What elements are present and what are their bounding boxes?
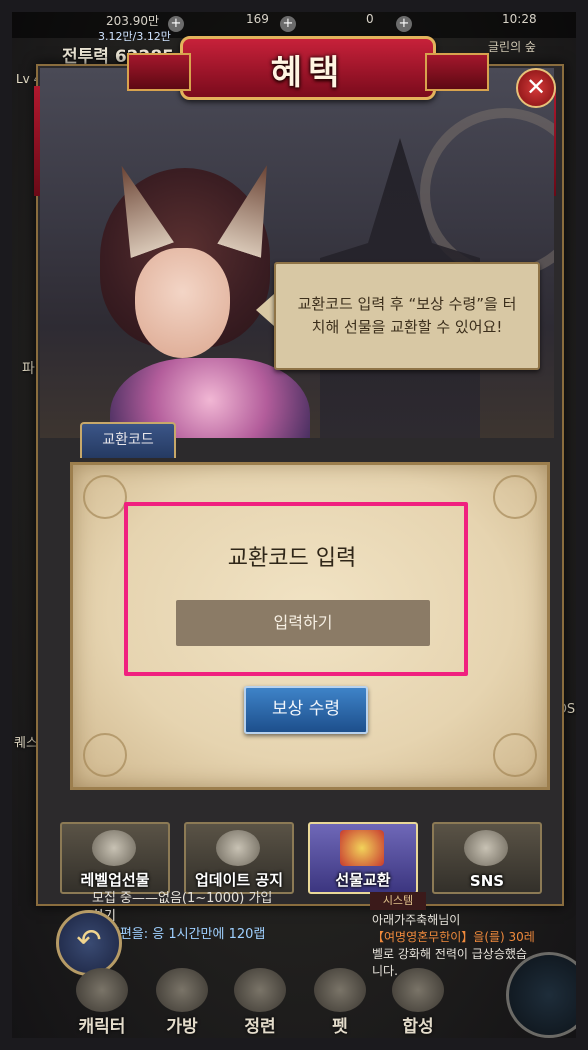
dialog-title: 혜택 [270,53,346,93]
anvil-icon [234,968,286,1012]
system-badge: 시스템 [370,892,426,910]
character-banner-image [40,68,554,438]
gauntlet-icon [464,830,508,866]
tab-sns[interactable]: SNS [432,822,542,894]
corner-ornament [83,733,127,777]
close-icon: ✕ [525,73,547,101]
corner-ornament [493,475,537,519]
instruction-tooltip: 교환코드 입력 후 “보상 수령”을 터치해 선물을 교환할 수 있어요! [274,262,540,370]
tab-gift-exchange[interactable]: 선물교환 [308,822,418,894]
add-currency-button[interactable]: + [396,16,412,32]
bag-icon [156,968,208,1012]
gem-amount: 169 [246,12,269,26]
top-status-bar: 203.90만 + 169 + 0 + 10:28 [12,12,576,38]
corner-ornament [83,475,127,519]
clock: 10:28 [502,12,537,26]
tab-label: 레벨업선물 [80,871,150,889]
zero-amount: 0 [366,12,374,26]
nav-synthesis[interactable]: 합성 [384,968,452,1038]
system-line: 아래가주축해님이 [372,913,461,927]
tooltip-text: 교환코드 입력 후 “보상 수령”을 터치해 선물을 교환할 수 있어요! [297,295,517,336]
enter-code-button[interactable]: 입력하기 [176,600,430,646]
tab-label: 업데이트 공지 [194,871,284,889]
system-line: 벨로 강화해 전력이 급상승했습 [372,947,527,961]
corner-ornament [493,733,537,777]
nav-label: 합성 [402,1017,434,1037]
tab-levelup-gift[interactable]: 레벨업선물 [60,822,170,894]
nav-refine[interactable]: 정련 [226,968,294,1038]
nav-label: 가방 [166,1017,198,1037]
tab-label: 선물교환 [335,871,391,889]
gift-box-icon [340,830,384,866]
region-name: 글린의 숲 [488,40,536,54]
title-wing-left [127,53,191,91]
tab-label: SNS [469,872,505,890]
tip-arrow [256,294,274,326]
pet-icon [314,968,366,1012]
nav-label: 펫 [332,1017,348,1037]
bottom-nav: 캐릭터 가방 정련 펫 합성 [12,968,576,1038]
back-arrow-icon: ↶ [76,923,102,958]
nav-pet[interactable]: 펫 [306,968,374,1038]
close-button[interactable]: ✕ [516,68,556,108]
dialog-title-plate: 혜택 [127,36,489,100]
knight-helmet-icon [216,830,260,866]
gift-helmet-icon [92,830,136,866]
nav-bag[interactable]: 가방 [148,968,216,1038]
highlight-box [124,502,468,676]
back-button[interactable]: ↶ [56,910,122,976]
code-input-title: 교환코드 입력 [227,546,357,571]
gold-amount: 203.90만 [106,14,160,28]
game-screen: 203.90만 + 169 + 0 + 10:28 3.12만/3.12만 전투… [12,12,576,1038]
benefit-tabs: 레벨업선물 업데이트 공지 선물교환 SNS [60,822,542,894]
chat-line: 모집 중——없음(1~1000) 가입 [92,891,273,906]
title-wing-right [425,53,489,91]
system-line: 【여명영혼무한이】을(를) 30레 [372,930,535,944]
helmet-icon [76,968,128,1012]
character-face [135,248,230,358]
claim-reward-button[interactable]: 보상 수령 [244,686,368,734]
tab-update-notice[interactable]: 업데이트 공지 [184,822,294,894]
nav-label: 캐릭터 [78,1017,126,1037]
nav-label: 정련 [244,1017,276,1037]
tab-exchange-code[interactable]: 교환코드 [80,422,176,458]
synthesis-icon [392,968,444,1012]
nav-character[interactable]: 캐릭터 [68,968,136,1038]
add-gem-button[interactable]: + [280,16,296,32]
